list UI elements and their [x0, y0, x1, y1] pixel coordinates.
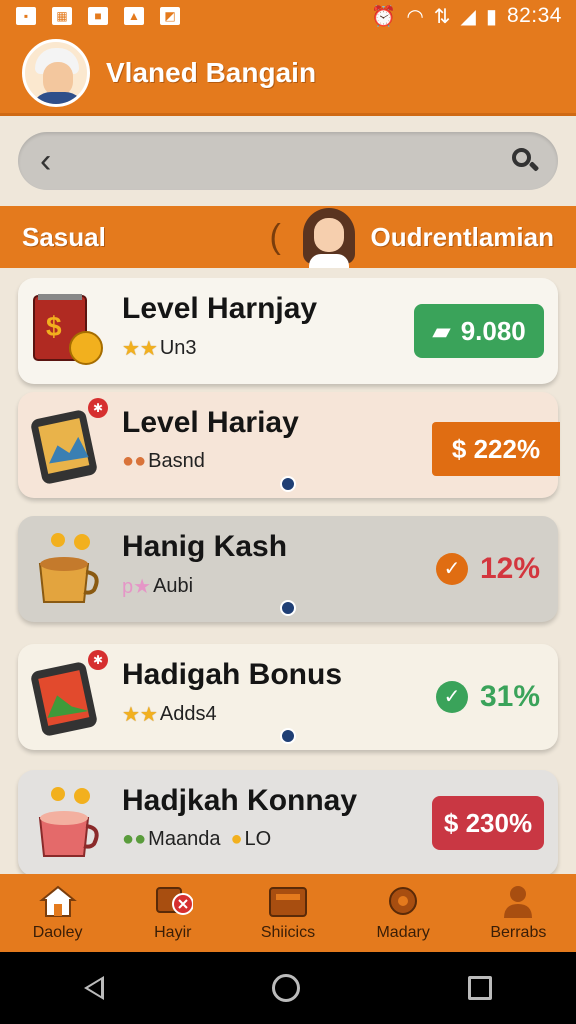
- data-icon: ⇅: [433, 5, 451, 28]
- status-right: ⏰ ◠ ⇅ ◢ ▮ 82:34: [371, 4, 562, 29]
- battery-icon: ▮: [485, 5, 497, 28]
- alert-badge-icon: ✱: [88, 650, 108, 670]
- list-item[interactable]: ✱ Hadigah Bonus ★★ Adds4 ✓ 31%: [18, 644, 558, 750]
- card-value: $ 222%: [451, 433, 541, 464]
- wallet-icon: ▰: [432, 317, 451, 345]
- tab-oudrentlamian[interactable]: Oudrentlamian: [371, 222, 554, 253]
- alarm-icon: ⏰: [371, 5, 397, 28]
- status-left-icons: ▪ ▦ ■ ▲ ◩: [16, 7, 180, 25]
- tab-middle: (: [270, 206, 357, 268]
- value-button[interactable]: $ 222%: [432, 422, 560, 476]
- offer-list: $ Level Harnjay ★★ Un3 ▰ 9.080 ✱ Level H…: [0, 278, 576, 874]
- coffee-cup-icon: [28, 528, 108, 608]
- nav-label: Shiicics: [260, 924, 316, 941]
- message-icon: ■: [88, 7, 108, 25]
- card-title: Hanig Kash: [122, 530, 288, 563]
- system-home-icon[interactable]: [272, 974, 300, 1002]
- page-title: Vlaned Bangain: [106, 56, 317, 88]
- user-icon: [498, 884, 538, 918]
- status-time: 82:34: [506, 4, 562, 27]
- card-subtitle: Maanda: [148, 828, 221, 850]
- avatar[interactable]: [22, 38, 90, 107]
- card-title: Hadigah Bonus: [122, 658, 343, 691]
- status-bar: ▪ ▦ ■ ▲ ◩ ⏰ ◠ ⇅ ◢ ▮ 82:34: [0, 0, 576, 32]
- svg-text:$: $: [46, 311, 62, 342]
- card-value: $ 230%: [443, 807, 533, 838]
- card-value: 12%: [479, 552, 540, 585]
- signal-icon: ◢: [460, 5, 476, 28]
- gallery-icon: ◩: [160, 7, 180, 25]
- tea-cup-icon: [28, 782, 108, 862]
- value-indicator[interactable]: ✓ 12%: [435, 552, 540, 586]
- card-value: 31%: [479, 680, 540, 713]
- app-header: Vlaned Bangain: [0, 32, 576, 116]
- list-item[interactable]: ✱ Level Hariay ●● Basnd $ 222%: [18, 392, 560, 498]
- card-title: Hadjkah Konnay: [122, 784, 358, 817]
- card-subtitle: Aubi: [153, 575, 194, 597]
- drive-icon: ▲: [124, 7, 144, 25]
- gold-coin-icon: ●: [230, 828, 243, 850]
- page-dot: [280, 600, 296, 616]
- page-dot: [280, 728, 296, 744]
- nav-item-berrabs[interactable]: Berrabs: [463, 884, 573, 942]
- list-item[interactable]: Hadjkah Konnay ●● Maanda ● LO $ 230%: [18, 770, 558, 874]
- card-subtitle: Un3: [159, 337, 197, 359]
- star-icon: ★★: [122, 338, 158, 360]
- home-icon: [38, 884, 78, 918]
- search-bar[interactable]: ‹: [18, 132, 558, 190]
- nav-item-hayir[interactable]: Hayir: [118, 884, 228, 942]
- alert-badge-icon: ✱: [88, 398, 108, 418]
- qr-icon: ▦: [52, 7, 72, 25]
- card-subtitle: Basnd: [148, 450, 205, 472]
- system-recents-icon[interactable]: [468, 976, 492, 1000]
- value-button[interactable]: $ 230%: [432, 796, 544, 850]
- coin-icon: ●●: [122, 450, 147, 472]
- nav-item-madary[interactable]: Madary: [348, 884, 458, 942]
- badge-icon: p★: [122, 576, 152, 598]
- value-indicator[interactable]: ✓ 31%: [435, 680, 540, 714]
- card-subtitle-extra: LO: [244, 828, 272, 850]
- star-icon: ★★: [122, 704, 158, 726]
- page-dot: [280, 476, 296, 492]
- value-button[interactable]: ▰ 9.080: [414, 304, 544, 358]
- check-icon: ✓: [435, 681, 468, 713]
- back-icon[interactable]: ‹: [40, 144, 51, 178]
- nav-item-daoley[interactable]: Daoley: [3, 884, 113, 942]
- profile-avatar[interactable]: [301, 206, 357, 268]
- section-tabs: Sasual ( Oudrentlamian: [0, 206, 576, 268]
- list-item[interactable]: $ Level Harnjay ★★ Un3 ▰ 9.080: [18, 278, 558, 384]
- cart-cancel-icon: [153, 884, 194, 918]
- card-title: Level Harnjay: [122, 292, 318, 325]
- nav-item-shiicics[interactable]: Shiicics: [233, 884, 343, 942]
- system-nav: [0, 952, 576, 1024]
- nav-label: Hayir: [154, 924, 192, 941]
- bottom-nav: Daoley Hayir Shiicics Madary Berrabs: [0, 874, 576, 952]
- notebook-coin-icon: $: [28, 290, 108, 370]
- list-item[interactable]: Hanig Kash p★ Aubi ✓ 12%: [18, 516, 558, 622]
- wifi-icon: ◠: [406, 5, 424, 28]
- nav-label: Madary: [376, 924, 430, 941]
- system-back-icon[interactable]: [84, 976, 104, 1000]
- card-value: 9.080: [460, 315, 526, 346]
- coin-icon: ●●: [122, 828, 147, 850]
- check-icon: ✓: [435, 553, 468, 585]
- tab-sasual[interactable]: Sasual: [22, 222, 106, 253]
- wallet-icon: [268, 884, 308, 918]
- nav-label: Berrabs: [490, 924, 547, 941]
- bracket-glyph: (: [269, 217, 281, 256]
- notification-icon: ▪: [16, 7, 36, 25]
- gear-icon: [383, 884, 423, 918]
- nav-label: Daoley: [32, 924, 83, 941]
- card-subtitle: Adds4: [159, 703, 217, 725]
- search-icon[interactable]: [510, 146, 540, 176]
- card-title: Level Hariay: [122, 406, 299, 439]
